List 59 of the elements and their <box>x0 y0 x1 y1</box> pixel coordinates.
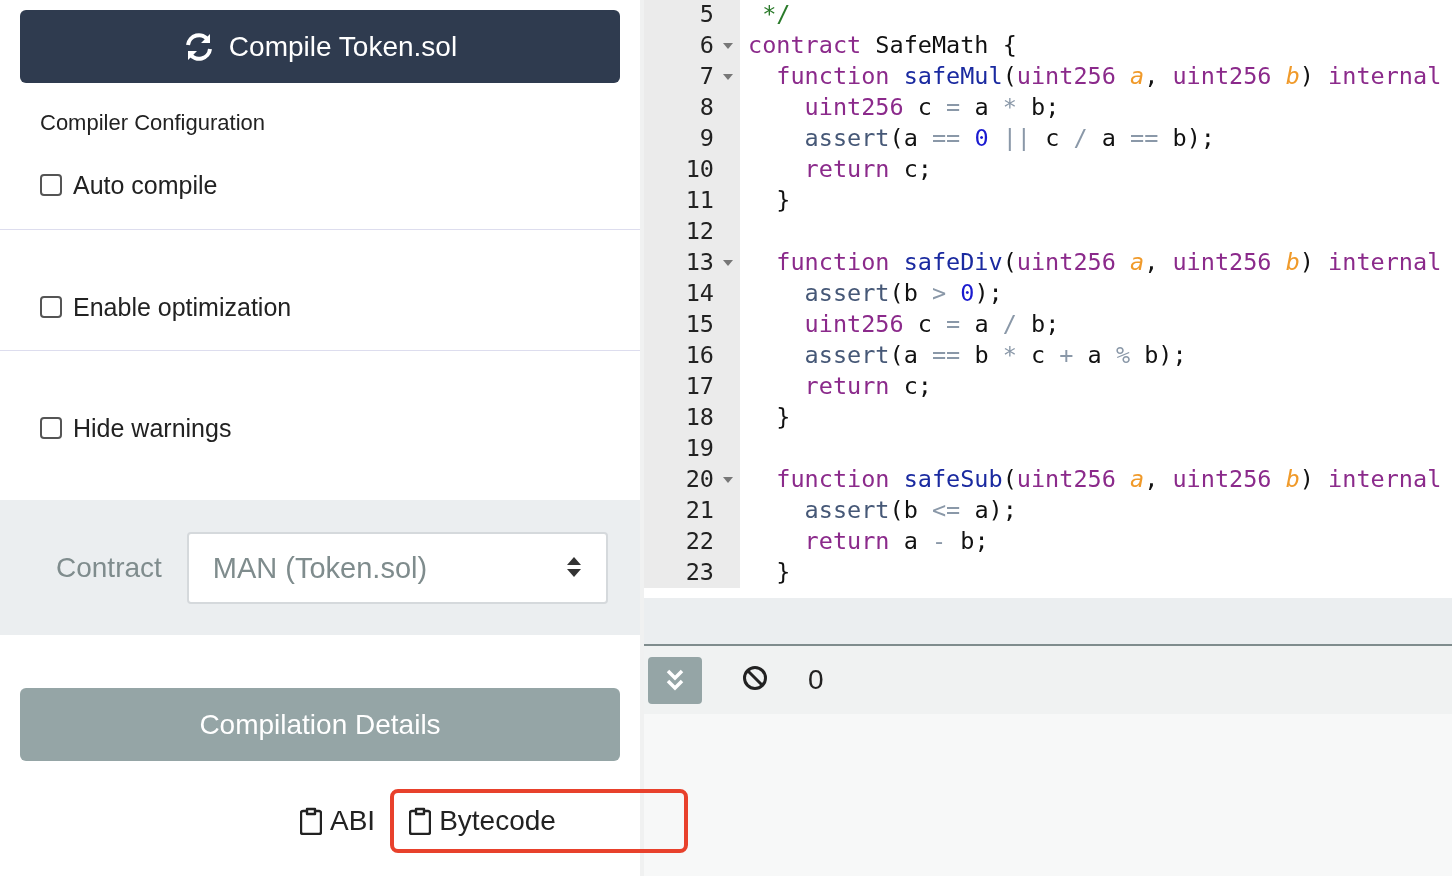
clipboard-icon <box>409 807 432 835</box>
code-line: function safeSub(uint256 a, uint256 b) internal <box>775 464 1442 495</box>
code-line: return c; <box>803 154 932 185</box>
code-line: } <box>775 185 791 216</box>
line-number: 20 <box>685 464 714 495</box>
copy-link[interactable]: Bytecode <box>409 805 556 837</box>
line-number: 8 <box>699 92 714 123</box>
line-number: 14 <box>685 278 714 309</box>
double-chevron-icon <box>666 669 684 691</box>
code-line: assert(a == 0 || c / a == b); <box>803 123 1215 154</box>
line-number: 21 <box>685 495 714 526</box>
clear-icon[interactable] <box>742 665 768 691</box>
fold-arrow-icon[interactable] <box>723 477 733 483</box>
option-checkbox[interactable]: Hide warnings <box>40 416 232 440</box>
line-number: 16 <box>685 340 714 371</box>
clipboard-icon <box>300 807 322 835</box>
collapse-button[interactable] <box>648 656 702 704</box>
resize-bar[interactable] <box>644 598 1452 646</box>
line-number: 15 <box>685 309 714 340</box>
option-checkbox[interactable]: Enable optimization <box>40 295 292 319</box>
fold-arrow-icon[interactable] <box>723 260 733 266</box>
code-line: assert(a == b * c + a % b); <box>803 340 1187 371</box>
line-number: 13 <box>685 247 714 278</box>
line-number: 23 <box>685 557 714 588</box>
line-number: 5 <box>699 0 714 30</box>
checkbox[interactable] <box>40 296 62 318</box>
line-number: 18 <box>685 402 714 433</box>
fold-arrow-icon[interactable] <box>723 74 733 80</box>
code-line: uint256 c = a * b; <box>803 92 1060 123</box>
line-number: 22 <box>685 526 714 557</box>
line-number: 17 <box>685 371 714 402</box>
fold-arrow-icon[interactable] <box>723 43 733 49</box>
code-line: } <box>775 402 791 433</box>
code-line: uint256 c = a / b; <box>803 309 1060 340</box>
checkbox[interactable] <box>40 174 62 196</box>
line-number: 12 <box>685 216 714 247</box>
checkbox[interactable] <box>40 417 62 439</box>
code-line: } <box>775 557 791 588</box>
compile-button[interactable]: Compile Token.sol <box>20 10 620 83</box>
code-line: */ <box>761 0 791 30</box>
line-number: 10 <box>685 154 714 185</box>
code-line: assert(b > 0); <box>803 278 1003 309</box>
copy-link[interactable]: ABI <box>300 805 376 837</box>
code-line: function safeMul(uint256 a, uint256 b) internal <box>775 61 1442 92</box>
line-number: 19 <box>685 433 714 464</box>
code-line: function safeDiv(uint256 a, uint256 b) internal <box>775 247 1442 278</box>
message-count: 0 <box>808 664 824 696</box>
code-line: return a - b; <box>803 526 989 557</box>
line-number: 11 <box>685 185 714 216</box>
code-line: contract SafeMath { <box>747 30 1017 61</box>
code-line: return c; <box>803 371 932 402</box>
sort-icon <box>566 555 582 578</box>
line-number: 6 <box>699 30 714 61</box>
code-line: assert(b <= a); <box>803 495 1017 526</box>
field-label: Contract <box>56 552 162 584</box>
line-number: 7 <box>699 61 714 92</box>
section-heading: Compiler Configuration <box>40 111 266 135</box>
line-number: 9 <box>699 123 714 154</box>
option-checkbox[interactable]: Auto compile <box>40 173 218 197</box>
